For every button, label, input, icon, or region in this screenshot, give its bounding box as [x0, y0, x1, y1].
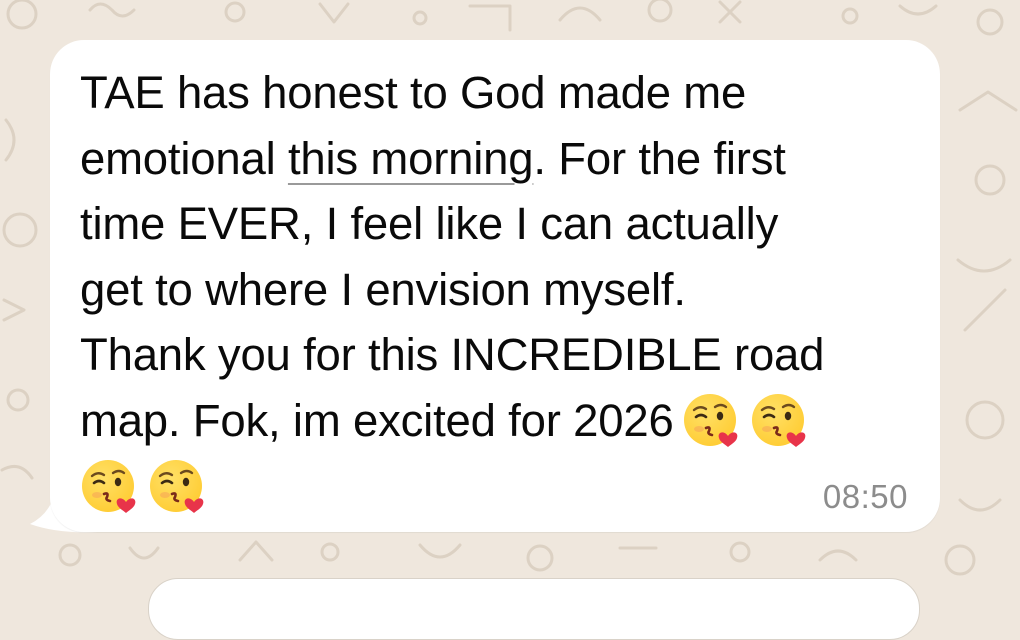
message-text: TAE has honest to God made me emotional … [80, 60, 920, 519]
face-blowing-a-kiss-emoji [80, 456, 140, 516]
message-text-segment: . For the first [533, 132, 786, 184]
next-message-bubble[interactable] [148, 578, 920, 640]
message-bubble[interactable]: TAE has honest to God made me emotional … [50, 40, 940, 532]
message-line: emotional this morning. For the first [80, 126, 920, 192]
date-link[interactable]: this morning [288, 133, 534, 184]
face-blowing-a-kiss-emoji [750, 390, 810, 450]
message-text-segment: map. Fok, im excited for 2026 [80, 394, 674, 446]
message-text-segment: emotional [80, 132, 288, 184]
message-line: time EVER, I feel like I can actually [80, 198, 779, 250]
message-line: Thank you for this INCREDIBLE road [80, 329, 825, 381]
message-line [80, 454, 920, 520]
message-line: TAE has honest to God made me [80, 67, 747, 118]
message-timestamp: 08:50 [822, 478, 908, 515]
face-blowing-a-kiss-emoji [682, 390, 742, 450]
message-line: map. Fok, im excited for 2026 [80, 388, 920, 454]
face-blowing-a-kiss-emoji [148, 456, 208, 516]
message-line: get to where I envision myself. [80, 263, 686, 315]
